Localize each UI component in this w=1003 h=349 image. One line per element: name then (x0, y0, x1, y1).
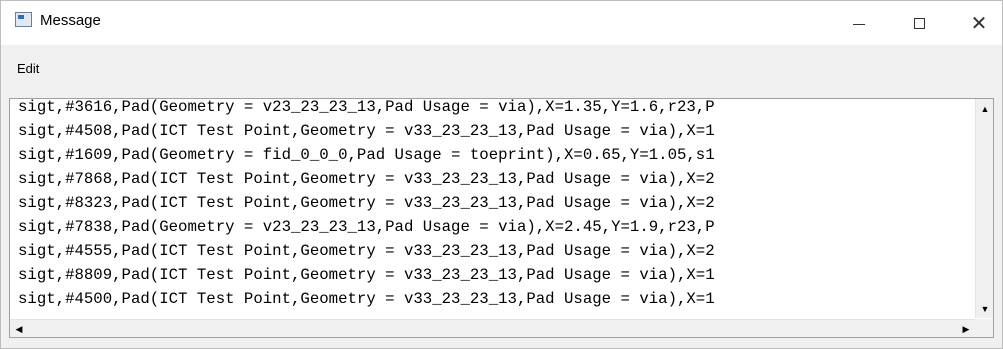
arrow-down-icon: ▼ (980, 303, 990, 314)
window-title: Message (40, 12, 101, 29)
text-line: sigt,#8809,Pad(ICT Test Point,Geometry =… (18, 266, 715, 284)
scroll-down-button[interactable]: ▼ (977, 300, 993, 317)
title-bar[interactable]: Message ✕ (1, 1, 1002, 45)
scroll-left-button[interactable]: ◀ (11, 321, 27, 337)
app-window-icon (15, 12, 32, 27)
close-button[interactable]: ✕ (956, 1, 1002, 45)
text-lines: sigt,#3616,Pad(Geometry = v23_23_23_13,P… (10, 98, 973, 317)
text-line: sigt,#7838,Pad(Geometry = v23_23_23_13,P… (18, 218, 715, 236)
scroll-up-button[interactable]: ▲ (977, 100, 993, 117)
close-icon: ✕ (970, 11, 988, 35)
text-line: sigt,#3616,Pad(Geometry = v23_23_23_13,P… (18, 98, 715, 116)
text-line: sigt,#4500,Pad(ICT Test Point,Geometry =… (18, 290, 715, 308)
arrow-left-icon: ◀ (15, 323, 23, 334)
maximize-button[interactable] (896, 1, 942, 45)
text-line: sigt,#8323,Pad(ICT Test Point,Geometry =… (18, 194, 715, 212)
text-line: sigt,#4555,Pad(ICT Test Point,Geometry =… (18, 242, 715, 260)
arrow-up-icon: ▲ (980, 103, 990, 114)
message-window: Message ✕ Edit sigt,#3616,Pad(Geometry =… (0, 0, 1003, 349)
horizontal-scrollbar[interactable]: ◀ ▶ (10, 319, 975, 337)
menu-bar: Edit (1, 53, 1002, 83)
minimize-icon (853, 23, 865, 25)
arrow-right-icon: ▶ (962, 323, 970, 334)
scrollbar-corner (975, 319, 993, 337)
menu-item-edit[interactable]: Edit (17, 61, 39, 76)
maximize-icon (913, 17, 925, 29)
text-line: sigt,#4508,Pad(ICT Test Point,Geometry =… (18, 122, 715, 140)
text-line: sigt,#7868,Pad(ICT Test Point,Geometry =… (18, 170, 715, 188)
text-line: sigt,#1609,Pad(Geometry = fid_0_0_0,Pad … (18, 146, 715, 164)
minimize-button[interactable] (836, 1, 882, 45)
scroll-right-button[interactable]: ▶ (958, 321, 974, 337)
message-text-area[interactable]: sigt,#3616,Pad(Geometry = v23_23_23_13,P… (9, 98, 994, 338)
vertical-scrollbar[interactable]: ▲ ▼ (975, 99, 993, 318)
